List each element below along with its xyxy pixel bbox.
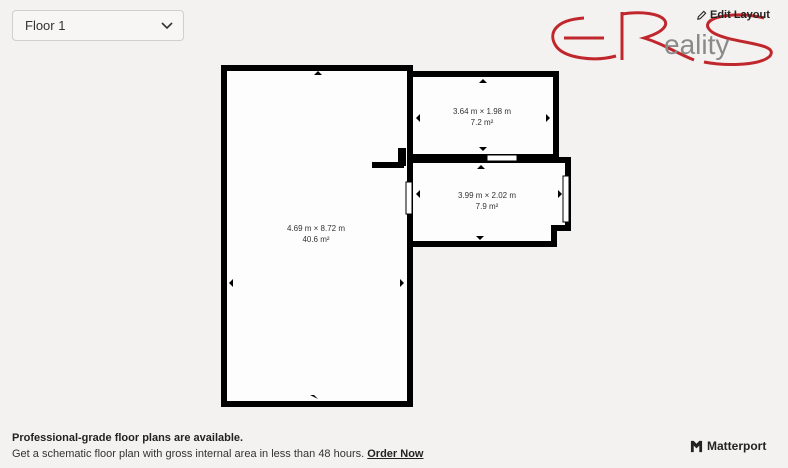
floor-plan <box>221 65 571 407</box>
door-opening-left <box>405 181 413 215</box>
room-dims: 4.69 m × 8.72 m <box>286 224 346 233</box>
matterport-brand[interactable]: Matterport <box>690 439 766 453</box>
promo-subtitle: Get a schematic floor plan with gross in… <box>12 448 423 460</box>
window-right <box>562 175 570 223</box>
door-opening <box>486 154 518 162</box>
room-label-lower-right: 3.99 m × 2.02 m 7.9 m² <box>458 190 516 212</box>
room-dims: 3.64 m × 1.98 m <box>452 107 512 116</box>
room-label-upper-right: 3.64 m × 1.98 m 7.2 m² <box>453 106 511 128</box>
room-label-main: 4.69 m × 8.72 m 40.6 m² <box>287 223 345 245</box>
brand-name: Matterport <box>707 439 767 453</box>
room-area: 40.6 m² <box>302 235 330 244</box>
wall-corner <box>398 148 406 166</box>
promo-subtitle-text: Get a schematic floor plan with gross in… <box>12 448 365 460</box>
promo-title: Professional-grade floor plans are avail… <box>12 432 244 444</box>
room-dims: 3.99 m × 2.02 m <box>457 191 517 200</box>
order-now-link[interactable]: Order Now <box>367 448 423 460</box>
room-area: 7.2 m² <box>470 118 494 127</box>
room-area: 7.9 m² <box>475 202 499 211</box>
matterport-icon <box>690 440 703 452</box>
